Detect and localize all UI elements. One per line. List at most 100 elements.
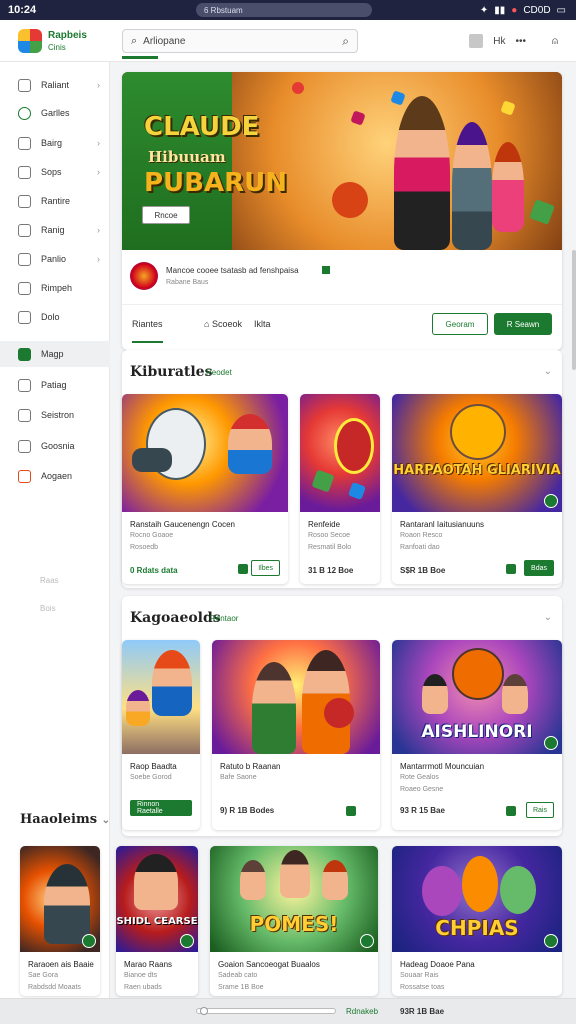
section-kagoaeolds: Kagoaeolds Rentaor ⌄ Raop Baadta Soebe G… [122, 596, 562, 836]
game-avatar[interactable] [130, 262, 158, 290]
hero-character-man [452, 122, 492, 250]
sidebar-item-11[interactable]: Seistron [0, 402, 110, 428]
section-tag[interactable]: Reodet [206, 368, 232, 377]
card-sub: Resmatil Bolo [308, 544, 352, 551]
section-tag[interactable]: Rentaor [210, 614, 238, 623]
kid-character [422, 674, 448, 714]
sidebar-item-7[interactable]: Rimpeh [0, 275, 110, 301]
section-kiburatles: Kiburatles Reodet ⌄ Ranstaih Gaucenengn … [122, 350, 562, 588]
tab-iklta[interactable]: Iklta [254, 319, 271, 329]
badge-icon [82, 934, 96, 948]
hero-button[interactable]: Rncoe [142, 206, 190, 224]
sidebar-item-1[interactable]: Garlles [0, 100, 110, 126]
chevron-down-icon[interactable]: ⌄ [544, 366, 552, 377]
sidebar-item-10[interactable]: Patiag [0, 372, 110, 398]
solid-button[interactable]: R Seawn [494, 313, 552, 335]
card-sub: Rosoo Secoe [308, 532, 351, 539]
cart-icon[interactable] [238, 564, 248, 574]
card-button[interactable]: Rinnon Raetalle [130, 800, 192, 816]
sidebar-item-3[interactable]: Sops › [0, 159, 110, 185]
user-icon[interactable]: ⍝ [552, 36, 558, 47]
search-input[interactable]: ⌕ Arliopane ⌕ [122, 29, 358, 53]
gem-icon [500, 100, 516, 116]
chevron-right-icon: › [97, 225, 100, 235]
card-art: POMES! [210, 846, 378, 952]
game-card[interactable]: Raop Baadta Soebe Gorod Rinnon Raetalle [122, 640, 200, 830]
hero-character-woman [394, 96, 450, 250]
scroll-track[interactable] [196, 1008, 336, 1014]
sidebar-item-4[interactable]: Rantire [0, 188, 110, 214]
cart-icon[interactable] [506, 806, 516, 816]
game-card[interactable]: POMES! Goaion Sancoeogat Buaalos Sadeab … [210, 846, 378, 996]
sidebar-faint-1[interactable]: Bois [40, 604, 56, 613]
tab-riantes[interactable]: Riantes [132, 319, 163, 343]
card-name: Marao Raans [124, 960, 173, 969]
outline-button[interactable]: Georam [432, 313, 488, 335]
game-card[interactable]: CHPIAS Hadeag Doaoe Pana Souaar Rais Ros… [392, 846, 562, 996]
card-art [300, 394, 380, 512]
sidebar-item-8[interactable]: Dolo [0, 304, 110, 330]
brand-subtitle: Cinis [48, 43, 66, 52]
card-button[interactable]: Rais [525, 802, 554, 818]
status-bar: 10:24 6 Rbstuam ✦ ▮▮ ● CD0D ▭ [0, 0, 576, 20]
card-name: Ratuto b Raanan [220, 762, 281, 771]
card-sub: Ranfoati dao [400, 544, 440, 551]
card-sub: Srame 1B Boe [218, 984, 264, 991]
card-sub: Roaeo Gesne [400, 786, 444, 793]
card-button[interactable]: Bdas [524, 560, 554, 576]
magnifier-icon[interactable]: ⌕ [342, 34, 349, 49]
flag-icon [18, 469, 31, 483]
search-icon: ⌕ [131, 34, 138, 47]
status-icons: ✦ ▮▮ ● CD0D ▭ [480, 5, 566, 16]
top-bar: Rapbeis Cinis ⌕ Arliopane ⌕ Hk ••• ⍝ [0, 20, 576, 62]
sidebar-item-13[interactable]: Aogaen [0, 463, 110, 489]
cart-icon[interactable] [346, 806, 356, 816]
sidebar-item-9[interactable]: Magp [0, 341, 110, 367]
tab-scoeok[interactable]: ⌂ Scoeok [204, 319, 242, 329]
scroll-thumb[interactable] [200, 1007, 208, 1015]
hero-art[interactable]: CLAUDE Hibuuam PUBARUN Rncoe [122, 72, 562, 250]
game-card[interactable]: Ratuto b Raanan Bafe Saone 9) R 1B Bodes [212, 640, 380, 830]
more-icon[interactable]: ••• [515, 36, 526, 47]
card-sub: Rosoedb [130, 544, 159, 551]
sidebar-item-6[interactable]: Panlio › [0, 246, 110, 272]
signal-icon: ▮▮ [494, 4, 506, 16]
ball-icon [326, 176, 374, 224]
card-sub: Bafe Saone [220, 774, 257, 781]
monster-character [450, 404, 506, 460]
cart-icon[interactable] [506, 564, 516, 574]
card-sub: Rabdsdd Moaats [28, 984, 81, 991]
card-button[interactable]: Ilbes [251, 560, 280, 576]
profile-icon[interactable] [469, 34, 484, 48]
card-name: Renfeide [308, 520, 341, 529]
app-logo-icon[interactable] [18, 29, 42, 53]
sidebar-item-5[interactable]: Ranig › [0, 217, 110, 243]
sidebar-faint-0[interactable]: Raas [40, 576, 59, 585]
game-card[interactable]: Ranstaih Gaucenengn Cocen Rocno Goaoe Ro… [122, 394, 288, 584]
battery-icon: ▭ [556, 4, 566, 16]
wifi-icon: ✦ [479, 4, 489, 16]
bottom-text: Rdnakeb [346, 1007, 379, 1016]
card-sub: Sae Gora [28, 972, 58, 979]
game-card[interactable]: SHIDL CEARSE Marao Raans Bianoe dts Raen… [116, 846, 198, 996]
hero-title-2: PUBARUN [144, 168, 287, 198]
hero-tabs: Riantes ⌂ Scoeok Iklta Georam R Seawn [122, 304, 562, 350]
game-card[interactable]: Renfeide Rosoo Secoe Resmatil Bolo 31 B … [300, 394, 380, 584]
monster-character [452, 648, 504, 700]
list-icon [18, 378, 31, 392]
game-card[interactable]: AISHLINORI Mantarrmotl Mouncuian Rote Ge… [392, 640, 562, 830]
sidebar-item-2[interactable]: Bairg › [0, 130, 110, 156]
card-art-title: CHPIAS [435, 916, 519, 940]
scrollbar[interactable] [572, 250, 576, 370]
chevron-down-icon[interactable]: ⌄ [544, 612, 552, 623]
cart-icon [18, 252, 31, 266]
section-title-haaoleims[interactable]: Haaoleims ⌄ [20, 812, 110, 827]
game-card[interactable]: HARPAOTAH GLIARIVIA Rantaranl Iaitusianu… [392, 394, 562, 584]
url-pill[interactable]: 6 Rbstuam [196, 3, 372, 17]
sidebar-item-12[interactable]: Goosnia [0, 433, 110, 459]
sidebar-item-0[interactable]: Raliant › [0, 72, 110, 98]
game-card[interactable]: Raraoen ais Baaie Sae Gora Rabdsdd Moaat… [20, 846, 100, 996]
hero-meta-sub: Rabane Baus [166, 279, 209, 286]
kid-character [240, 860, 266, 900]
map-icon [18, 281, 31, 295]
